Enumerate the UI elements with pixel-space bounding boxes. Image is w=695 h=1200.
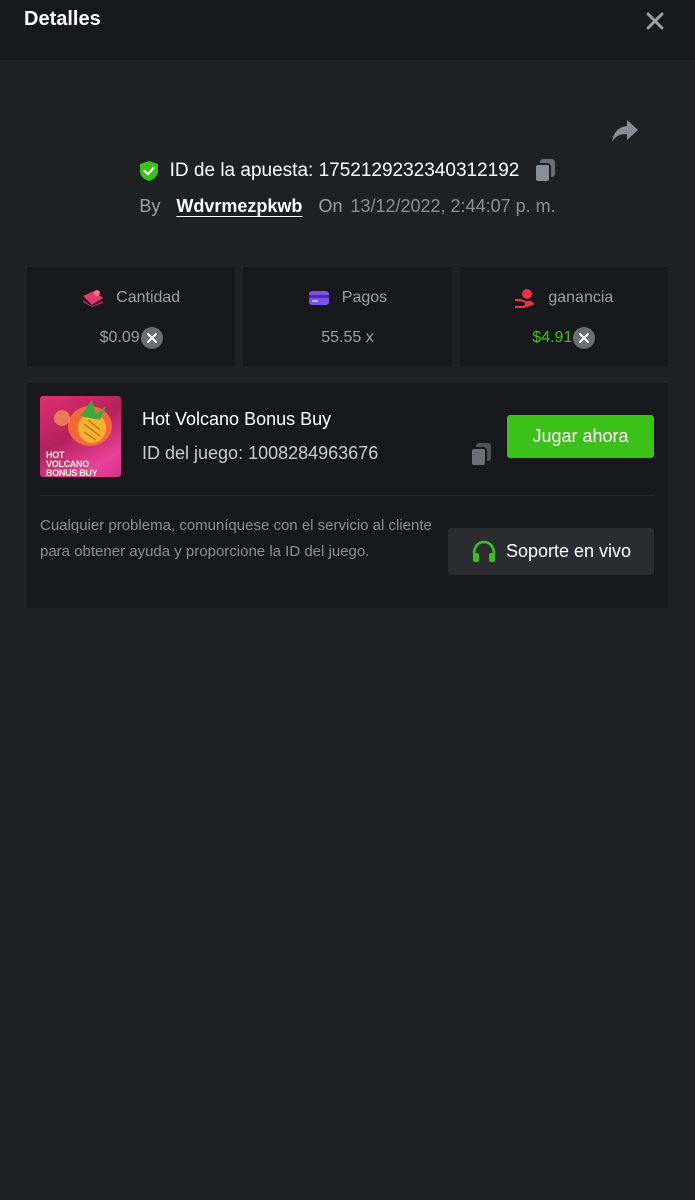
bet-stats: Cantidad $0.09 Pagos 55.55 x ganancia $4… bbox=[27, 267, 668, 366]
close-icon bbox=[646, 12, 664, 30]
live-support-label: Soporte en vivo bbox=[505, 541, 632, 561]
card-icon bbox=[308, 291, 329, 305]
bet-datetime: 13/12/2022, 2:44:07 p. m. bbox=[350, 195, 556, 216]
copy-game-id-button[interactable] bbox=[469, 442, 493, 468]
bet-id-text: ID de la apuesta: 1752129232340312192 bbox=[169, 160, 520, 181]
stat-profit: ganancia $4.91 bbox=[459, 267, 668, 366]
bet-chip-icon bbox=[83, 290, 104, 307]
currency-coin-icon bbox=[573, 327, 596, 349]
stat-profit-value: $4.91 bbox=[532, 329, 573, 346]
game-card: HOT VOLCANO BONUS BUY Hot Volcano Bonus … bbox=[27, 383, 668, 608]
stat-amount-value: $0.09 bbox=[99, 329, 140, 346]
share-button[interactable] bbox=[608, 116, 642, 146]
hand-money-icon bbox=[515, 289, 535, 308]
close-button[interactable] bbox=[640, 6, 670, 36]
copy-icon bbox=[534, 159, 556, 183]
currency-coin-icon bbox=[140, 327, 163, 349]
verified-shield-icon bbox=[138, 160, 160, 182]
stat-payout: Pagos 55.55 x bbox=[243, 267, 452, 366]
headset-icon bbox=[472, 540, 496, 562]
stat-profit-label: ganancia bbox=[548, 289, 614, 306]
stat-payout-label: Pagos bbox=[341, 289, 388, 306]
stat-amount: Cantidad $0.09 bbox=[27, 267, 236, 366]
thumbnail-title: HOT VOLCANO BONUS BUY bbox=[46, 450, 98, 478]
by-label: By bbox=[139, 195, 161, 216]
live-support-button[interactable]: Soporte en vivo bbox=[448, 528, 654, 575]
copy-bet-id-button[interactable] bbox=[533, 158, 557, 184]
username-link[interactable]: Wdvrmezpkwb bbox=[176, 196, 302, 217]
modal-header: Detalles bbox=[0, 0, 695, 60]
game-name: Hot Volcano Bonus Buy bbox=[142, 409, 332, 429]
share-icon bbox=[612, 120, 638, 142]
stat-amount-label: Cantidad bbox=[116, 289, 181, 306]
modal-title: Detalles bbox=[24, 8, 101, 30]
play-now-button[interactable]: Jugar ahora bbox=[507, 415, 654, 458]
game-thumbnail[interactable]: HOT VOLCANO BONUS BUY bbox=[40, 396, 121, 477]
bet-meta-row: By Wdvrmezpkwb On 13/12/2022, 2:44:07 p.… bbox=[0, 192, 695, 220]
divider bbox=[40, 495, 655, 496]
game-id: ID del juego: 1008284963676 bbox=[142, 443, 379, 463]
on-label: On bbox=[318, 195, 343, 216]
bet-id-row: ID de la apuesta: 1752129232340312192 bbox=[0, 156, 695, 186]
help-text: Cualquier problema, comuníquese con el s… bbox=[40, 517, 432, 560]
copy-icon bbox=[470, 443, 491, 467]
stat-payout-value: 55.55 x bbox=[321, 329, 374, 346]
